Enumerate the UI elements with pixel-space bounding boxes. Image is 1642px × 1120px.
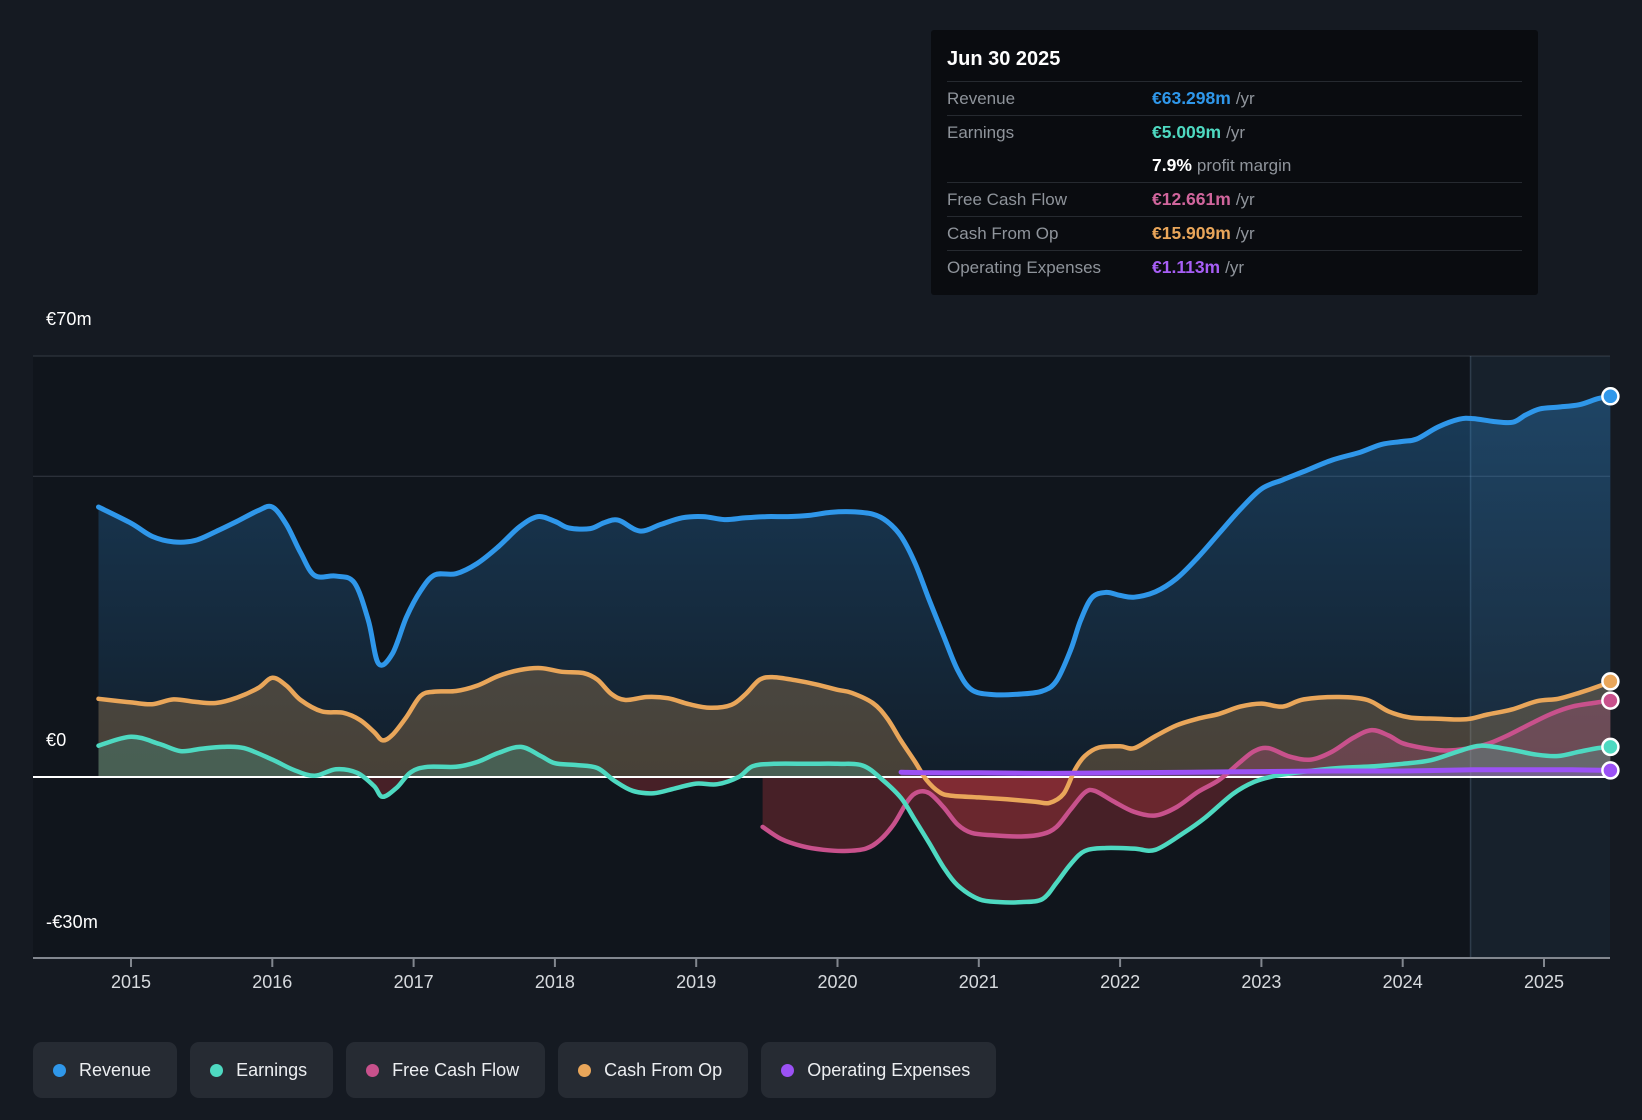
earnings-revenue-history-chart: €70m €0 -€30m 2015 2016 2017 2018 2019 2… [0, 0, 1642, 1120]
legend-label: Free Cash Flow [392, 1059, 520, 1080]
y-axis-label-0: €0 [46, 730, 67, 750]
x-axis-label: 2019 [676, 972, 717, 992]
tooltip-unit: /yr [1225, 258, 1245, 277]
legend-item-free-cash-flow[interactable]: Free Cash Flow [346, 1042, 546, 1098]
tooltip-value: €15.909m [1152, 223, 1231, 243]
legend-label: Earnings [236, 1059, 308, 1080]
x-axis-label: 2016 [252, 972, 293, 992]
tooltip-row-cash-from-op: Cash From Op €15.909m/yr [947, 216, 1522, 250]
y-axis-label-neg30m: -€30m [46, 912, 99, 932]
cash-from-op-dot-icon [578, 1063, 592, 1077]
tooltip-date: Jun 30 2025 [947, 48, 1061, 70]
tooltip-row-operating-expenses: Operating Expenses €1.113m/yr [947, 250, 1522, 284]
tooltip-row-profit-margin: 7.9% profit margin [947, 149, 1522, 182]
tooltip-value: €12.661m [1152, 189, 1231, 209]
y-axis-label-70m: €70m [46, 309, 92, 329]
x-axis-label: 2024 [1382, 972, 1423, 992]
tooltip-unit: /yr [1235, 224, 1255, 243]
legend-item-earnings[interactable]: Earnings [190, 1042, 334, 1098]
tooltip-value: €1.113m [1152, 257, 1221, 277]
legend-item-cash-from-op[interactable]: Cash From Op [558, 1042, 749, 1098]
legend-label: Revenue [79, 1059, 152, 1080]
tooltip-label: Operating Expenses [947, 257, 1102, 277]
x-axis-label: 2022 [1100, 972, 1141, 992]
x-axis-label: 2017 [393, 972, 434, 992]
revenue-dot-icon [53, 1063, 66, 1077]
tooltip-label: Free Cash Flow [947, 189, 1067, 209]
x-axis-label: 2015 [110, 972, 152, 992]
tooltip-unit: /yr [1235, 190, 1255, 209]
tooltip-value: €63.298m [1152, 88, 1231, 108]
tooltip-unit: /yr [1235, 89, 1255, 108]
operating-expenses-dot-icon [781, 1063, 795, 1077]
chart-legend: Revenue Earnings Free Cash Flow Cash Fro… [33, 1042, 997, 1098]
x-axis-label: 2025 [1523, 972, 1565, 992]
profit-margin-label: profit margin [1196, 156, 1292, 175]
tooltip-row-earnings: Earnings €5.009m/yr [947, 115, 1522, 149]
legend-label: Operating Expenses [807, 1059, 971, 1080]
data-tooltip-panel: Jun 30 2025 Revenue €63.298m/yr Earnings… [931, 30, 1538, 295]
tooltip-row-free-cash-flow: Free Cash Flow €12.661m/yr [947, 182, 1522, 216]
earnings-dot-icon [210, 1063, 224, 1077]
tooltip-value: €5.009m [1152, 122, 1222, 142]
x-axis-label: 2023 [1241, 972, 1282, 992]
x-axis-label: 2021 [958, 972, 999, 992]
tooltip-row-revenue: Revenue €63.298m/yr [947, 81, 1522, 115]
x-axis-label: 2018 [534, 972, 575, 992]
tooltip-unit: /yr [1226, 123, 1245, 142]
legend-item-revenue[interactable]: Revenue [33, 1042, 178, 1098]
tooltip-label: Earnings [947, 122, 1015, 142]
profit-margin-value: 7.9% [1152, 155, 1192, 175]
tooltip-label: Cash From Op [947, 223, 1059, 243]
tooltip-label: Revenue [947, 88, 1016, 108]
free-cash-flow-dot-icon [366, 1063, 380, 1077]
legend-label: Cash From Op [604, 1059, 723, 1080]
x-axis-label: 2020 [817, 972, 858, 992]
legend-item-operating-expenses[interactable]: Operating Expenses [761, 1042, 997, 1098]
